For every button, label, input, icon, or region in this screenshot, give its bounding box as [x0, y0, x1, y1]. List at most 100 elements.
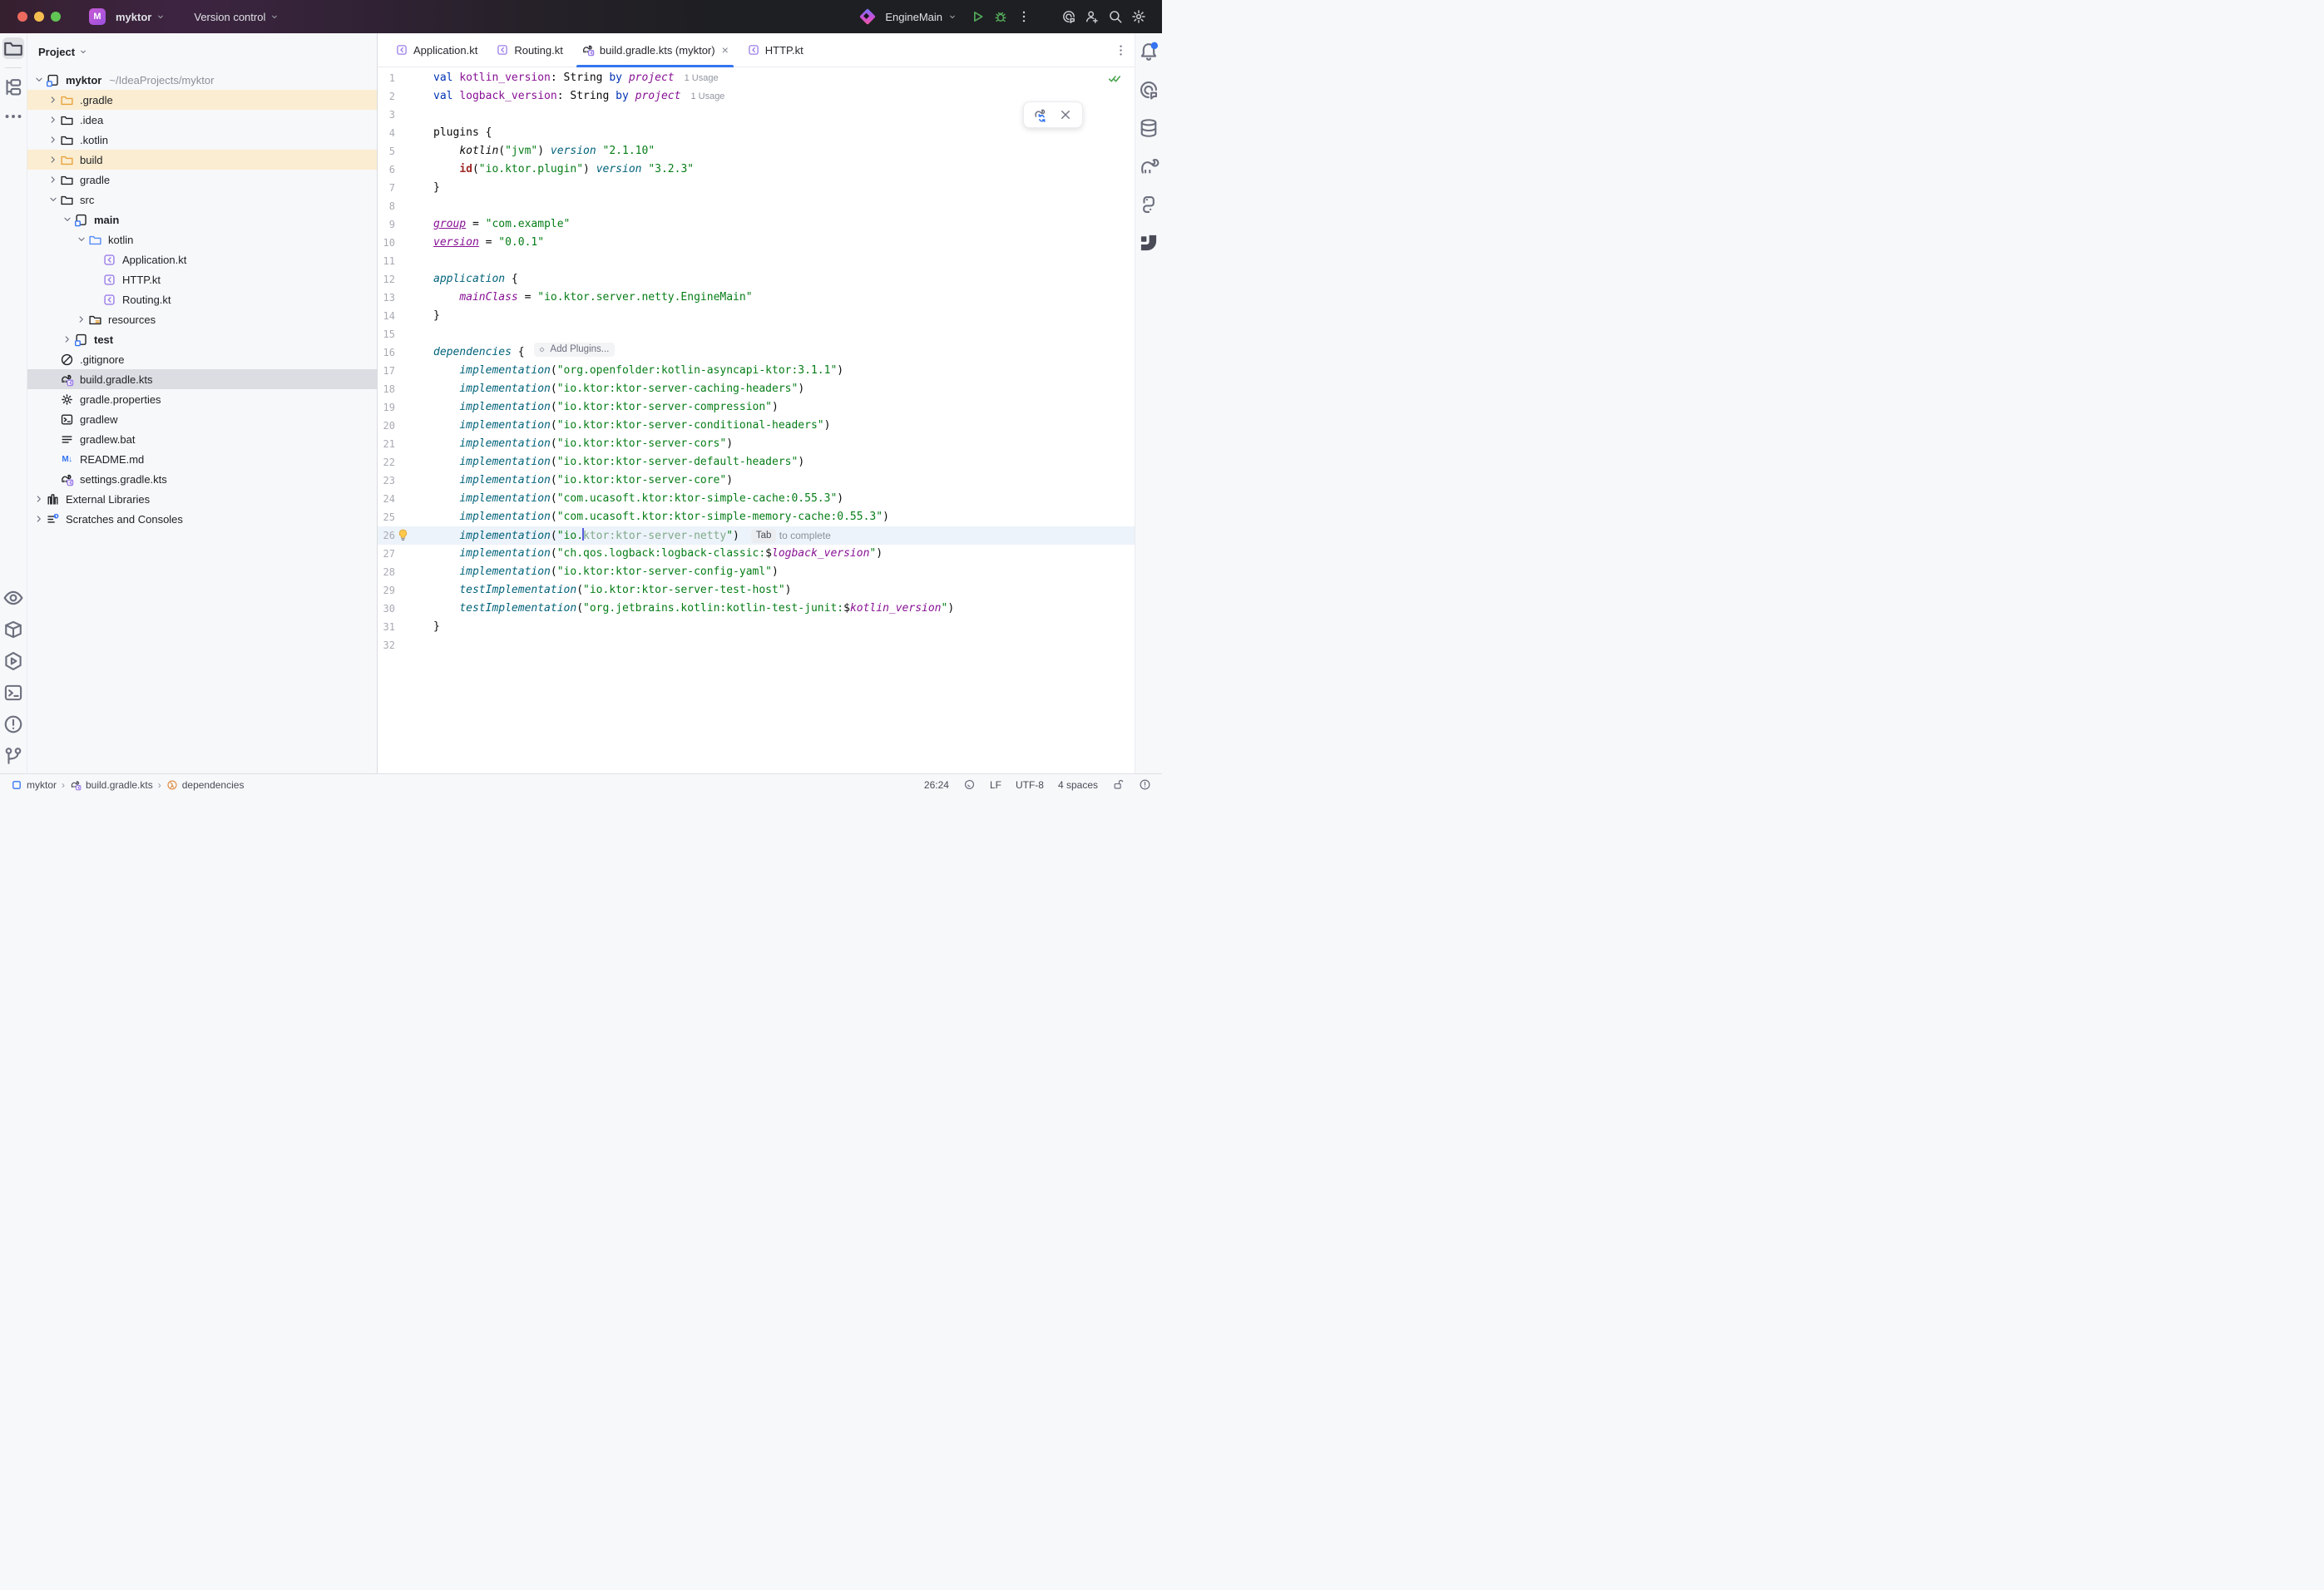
tree-item-resources[interactable]: resources: [27, 309, 377, 329]
gradle-sync-icon[interactable]: [1033, 107, 1048, 122]
code-line-5[interactable]: 5 kotlin("jvm") version "2.1.10": [378, 142, 1135, 160]
chevron-down-icon[interactable]: [47, 193, 60, 206]
chevron-down-icon[interactable]: [61, 213, 74, 226]
code-line-27[interactable]: 27 implementation("ch.qos.logback:logbac…: [378, 545, 1135, 563]
chevron-right-icon[interactable]: [32, 512, 46, 526]
tree-item-routing-kt[interactable]: Routing.kt: [27, 289, 377, 309]
tree-item-scratches-and-consoles[interactable]: Scratches and Consoles: [27, 509, 377, 529]
project-panel-header[interactable]: Project: [27, 33, 377, 70]
chevron-spacer[interactable]: [47, 412, 60, 426]
tree-item-kotlin[interactable]: kotlin: [27, 230, 377, 249]
code-line-26[interactable]: 26 implementation("io.ktor:ktor-server-n…: [378, 526, 1135, 545]
chevron-spacer[interactable]: [89, 273, 102, 286]
more-button[interactable]: [2, 106, 24, 127]
terminal-button[interactable]: [2, 682, 24, 704]
code-line-2[interactable]: 2val logback_version: String by project1…: [378, 87, 1135, 106]
tab-http-kt[interactable]: HTTP.kt: [738, 33, 813, 67]
inspection-widget-icon[interactable]: [1139, 778, 1151, 791]
tree-item-http-kt[interactable]: HTTP.kt: [27, 269, 377, 289]
structure-button[interactable]: [2, 77, 24, 98]
code-line-18[interactable]: 18 implementation("io.ktor:ktor-server-c…: [378, 380, 1135, 398]
tree-item-readme-md[interactable]: M↓README.md: [27, 449, 377, 469]
tab-options-icon[interactable]: [1114, 43, 1128, 57]
code-line-6[interactable]: 6 id("io.ktor.plugin") version "3.2.3": [378, 160, 1135, 179]
minimize-window-button[interactable]: [34, 12, 44, 22]
encoding[interactable]: UTF-8: [1016, 779, 1044, 791]
add-plugins-hint[interactable]: Add Plugins...: [534, 343, 615, 357]
chevron-spacer[interactable]: [47, 393, 60, 406]
code-line-7[interactable]: 7}: [378, 179, 1135, 197]
breadcrumb-build-gradle-kts[interactable]: build.gradle.kts: [70, 779, 153, 791]
code-line-11[interactable]: 11: [378, 252, 1135, 270]
problems-button[interactable]: [2, 714, 24, 735]
code-line-31[interactable]: 31}: [378, 618, 1135, 636]
close-window-button[interactable]: [17, 12, 27, 22]
code-line-16[interactable]: 16dependencies { Add Plugins...: [378, 343, 1135, 362]
code-line-13[interactable]: 13 mainClass = "io.ktor.server.netty.Eng…: [378, 289, 1135, 307]
chevron-down-icon[interactable]: [75, 233, 88, 246]
tree-item-gradlew-bat[interactable]: gradlew.bat: [27, 429, 377, 449]
chevron-right-icon[interactable]: [32, 492, 46, 506]
tree-item-main[interactable]: main: [27, 210, 377, 230]
tree-item-external-libraries[interactable]: External Libraries: [27, 489, 377, 509]
indent-style[interactable]: 4 spaces: [1058, 779, 1098, 791]
ai-assistant-button[interactable]: [1138, 79, 1160, 101]
tree-item-build[interactable]: build: [27, 150, 377, 170]
chevron-spacer[interactable]: [47, 432, 60, 446]
close-icon[interactable]: [1058, 107, 1073, 122]
tab-routing-kt[interactable]: Routing.kt: [487, 33, 572, 67]
tree-item-settings-gradle-kts[interactable]: settings.gradle.kts: [27, 469, 377, 489]
tree-item-application-kt[interactable]: Application.kt: [27, 249, 377, 269]
code-line-19[interactable]: 19 implementation("io.ktor:ktor-server-c…: [378, 398, 1135, 417]
chevron-spacer[interactable]: [47, 452, 60, 466]
version-control-branch-button[interactable]: [2, 745, 24, 767]
project-folder-button[interactable]: [2, 37, 24, 59]
run-configuration-selector[interactable]: EngineMain: [860, 11, 957, 23]
code-line-14[interactable]: 14}: [378, 307, 1135, 325]
chevron-right-icon[interactable]: [47, 133, 60, 146]
tree-item-test[interactable]: test: [27, 329, 377, 349]
tree-item-gradle-properties[interactable]: gradle.properties: [27, 389, 377, 409]
breadcrumb-dependencies[interactable]: dependencies: [166, 779, 245, 791]
chevron-spacer[interactable]: [89, 253, 102, 266]
python-packages-button[interactable]: [2, 619, 24, 640]
chevron-right-icon[interactable]: [47, 93, 60, 106]
preview-eye-button[interactable]: [2, 587, 24, 609]
chevron-right-icon[interactable]: [75, 313, 88, 326]
tree-item-src[interactable]: src: [27, 190, 377, 210]
code-line-4[interactable]: 4plugins {: [378, 124, 1135, 142]
tree-item-build-gradle-kts[interactable]: build.gradle.kts: [27, 369, 377, 389]
breadcrumb-myktor[interactable]: myktor: [11, 779, 57, 791]
tab-application-kt[interactable]: Application.kt: [386, 33, 487, 67]
tree-item-gradlew[interactable]: gradlew: [27, 409, 377, 429]
chevron-down-icon[interactable]: [32, 73, 46, 86]
settings-button[interactable]: [1127, 5, 1150, 28]
inspections-ok-icon[interactable]: [1108, 72, 1122, 86]
ai-assistant-button[interactable]: [1057, 5, 1080, 28]
code-line-10[interactable]: 10version = "0.0.1": [378, 234, 1135, 252]
code-line-3[interactable]: 3: [378, 106, 1135, 124]
gradle-button[interactable]: [1138, 156, 1160, 177]
plugin-button[interactable]: [1138, 232, 1160, 254]
code-line-8[interactable]: 8: [378, 197, 1135, 215]
version-control-menu[interactable]: Version control: [194, 11, 279, 23]
code-line-22[interactable]: 22 implementation("io.ktor:ktor-server-d…: [378, 453, 1135, 472]
code-line-25[interactable]: 25 implementation("com.ucasoft.ktor:ktor…: [378, 508, 1135, 526]
services-button[interactable]: [2, 650, 24, 672]
code-line-21[interactable]: 21 implementation("io.ktor:ktor-server-c…: [378, 435, 1135, 453]
intention-bulb-icon[interactable]: [396, 528, 410, 542]
code-line-9[interactable]: 9group = "com.example": [378, 215, 1135, 234]
more-vertical-button[interactable]: [1012, 5, 1036, 28]
highlighting-level-icon[interactable]: [963, 778, 976, 791]
lock-open-icon[interactable]: [1112, 778, 1125, 791]
tree-item-gradle[interactable]: gradle: [27, 170, 377, 190]
chevron-spacer[interactable]: [47, 353, 60, 366]
chevron-right-icon[interactable]: [61, 333, 74, 346]
code-line-23[interactable]: 23 implementation("io.ktor:ktor-server-c…: [378, 472, 1135, 490]
chevron-spacer[interactable]: [47, 373, 60, 386]
code-line-28[interactable]: 28 implementation("io.ktor:ktor-server-c…: [378, 563, 1135, 581]
search-button[interactable]: [1104, 5, 1127, 28]
chevron-right-icon[interactable]: [47, 173, 60, 186]
line-separator[interactable]: LF: [990, 779, 1001, 791]
python-console-button[interactable]: [1138, 194, 1160, 215]
